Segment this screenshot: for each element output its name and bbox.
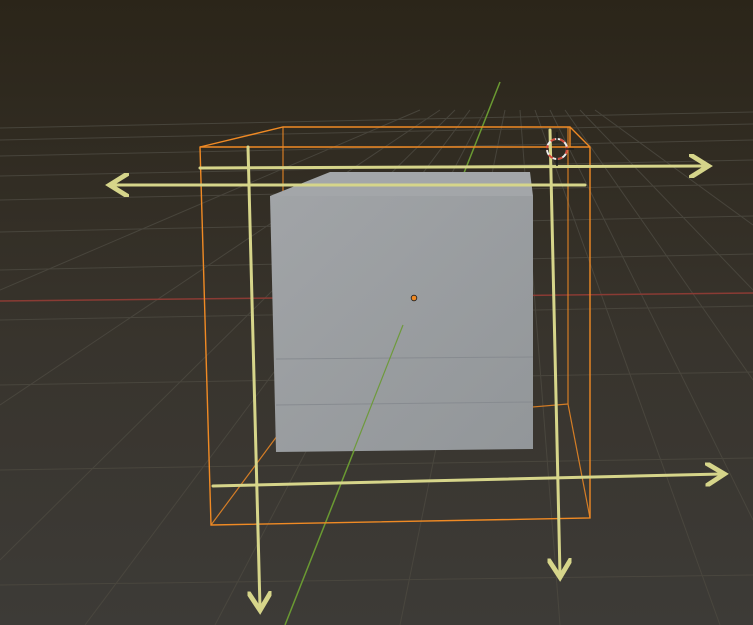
3d-viewport[interactable] bbox=[0, 0, 753, 625]
cube-mesh[interactable] bbox=[270, 172, 534, 452]
cube-front-face bbox=[270, 196, 533, 452]
gizmo-arrow-top-right[interactable] bbox=[198, 166, 706, 168]
object-origin-icon bbox=[410, 294, 418, 302]
